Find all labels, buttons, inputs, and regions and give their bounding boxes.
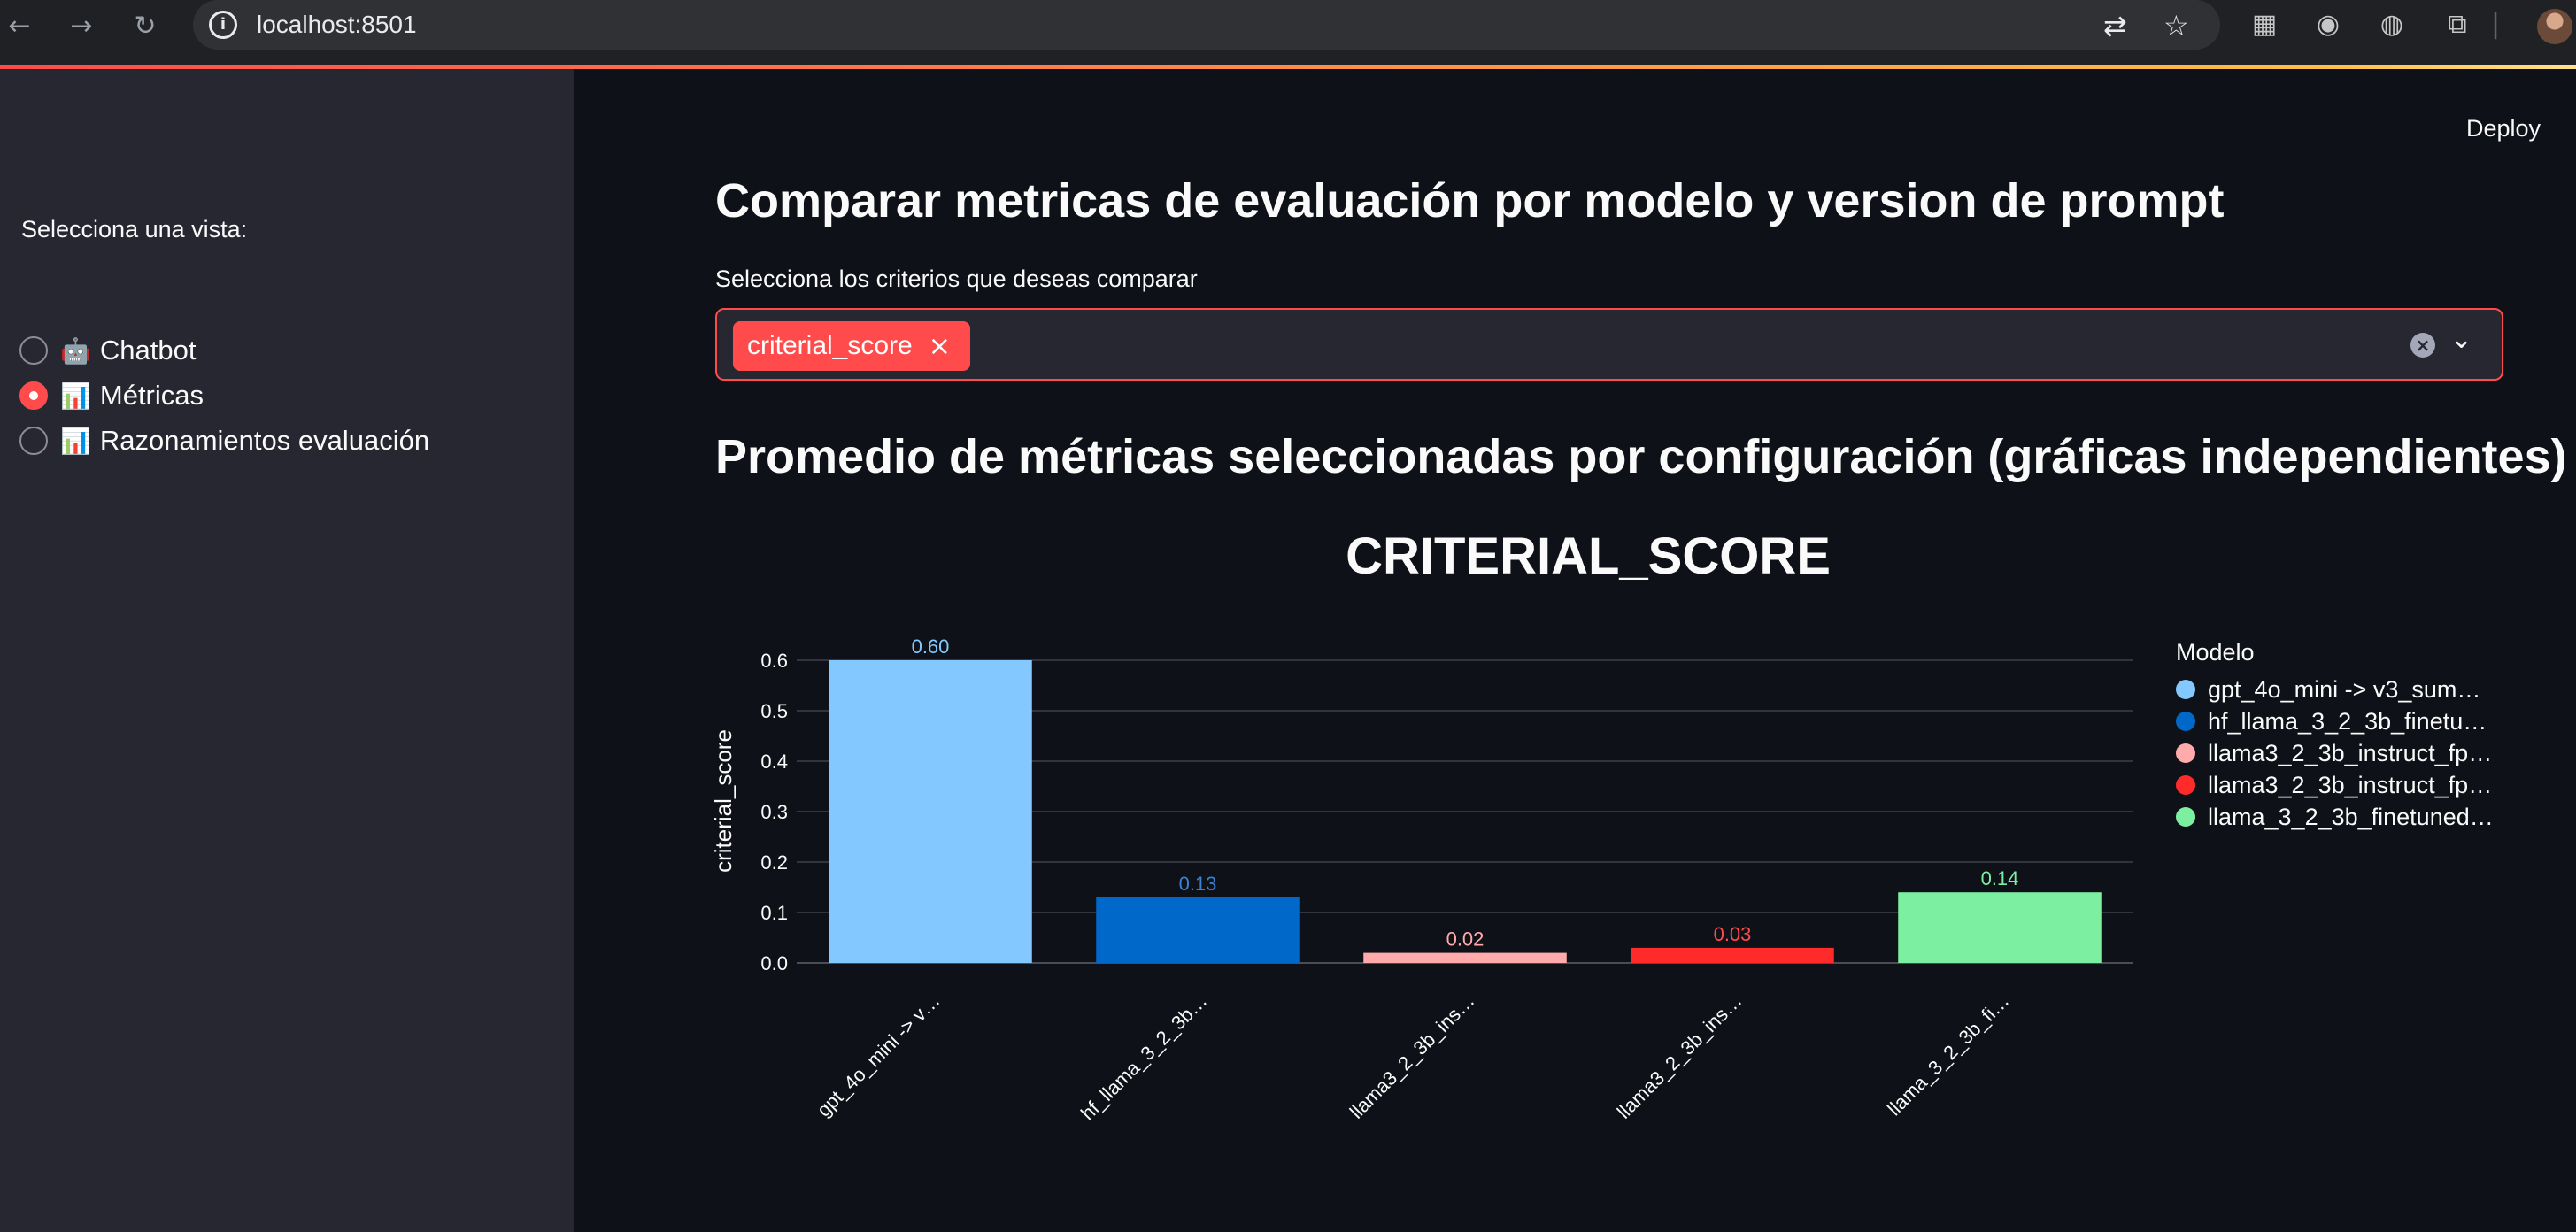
radio-option-metricas[interactable]: 📊 Métricas bbox=[19, 376, 204, 415]
legend-marker bbox=[2176, 807, 2195, 827]
x-tick-label: hf_llama_3_2_3b… bbox=[1076, 989, 1212, 1125]
legend-item[interactable]: llama3_2_3b_instruct_fp… bbox=[2176, 737, 2494, 769]
legend-marker bbox=[2176, 680, 2195, 699]
radio-button[interactable] bbox=[19, 336, 48, 365]
page-title: Comparar metricas de evaluación por mode… bbox=[715, 174, 2225, 227]
browser-toolbar: ← → ↻ i localhost:8501 ⇄ ☆ ▦ ◉ ◍ ⧉ | bbox=[0, 0, 2576, 67]
legend-item[interactable]: hf_llama_3_2_3b_finetu… bbox=[2176, 705, 2494, 737]
radio-label: Chatbot bbox=[99, 335, 197, 366]
bar[interactable] bbox=[829, 660, 1032, 963]
bar-value-label: 0.13 bbox=[1179, 873, 1217, 895]
radio-label: Razonamientos evaluación bbox=[99, 425, 430, 456]
profile-avatar[interactable] bbox=[2537, 9, 2572, 44]
back-icon[interactable]: ← bbox=[2, 9, 37, 44]
radio-button-selected[interactable] bbox=[19, 381, 48, 410]
bar[interactable] bbox=[1363, 952, 1567, 963]
bar-value-label: 0.14 bbox=[1981, 867, 2019, 889]
view-select-label: Selecciona una vista: bbox=[21, 216, 248, 243]
chart-legend: Modelo gpt_4o_mini -> v3_sum… hf_llama_3_… bbox=[2176, 639, 2494, 833]
sidebar: Selecciona una vista: 🤖 Chatbot 📊 Métric… bbox=[0, 69, 574, 1232]
y-tick-label: 0.6 bbox=[760, 650, 788, 672]
legend-marker bbox=[2176, 712, 2195, 731]
y-tick-label: 0.3 bbox=[760, 801, 788, 823]
translate-icon[interactable]: ⇄ bbox=[2103, 9, 2127, 42]
robot-icon: 🤖 bbox=[60, 335, 91, 366]
section-heading: Promedio de métricas seleccionadas por c… bbox=[715, 430, 2567, 483]
legend-item[interactable]: llama3_2_3b_instruct_fp… bbox=[2176, 769, 2494, 801]
clear-all-icon[interactable]: × bbox=[2410, 333, 2435, 358]
bar-chart: CRITERIAL_SCORE criterial_score 0.0 0.1 0.… bbox=[710, 527, 2133, 1125]
y-tick-label: 0.4 bbox=[760, 751, 788, 773]
x-tick-label: llama_3_2_3b_fi… bbox=[1883, 989, 2013, 1120]
radio-label: Métricas bbox=[99, 380, 204, 411]
y-axis-label: criterial_score bbox=[710, 729, 737, 873]
chevron-down-icon[interactable]: ⌄ bbox=[2450, 324, 2472, 355]
x-tick-label: llama3_2_3b_ins… bbox=[1346, 989, 1479, 1123]
legend-title: Modelo bbox=[2176, 639, 2255, 666]
criteria-multiselect[interactable]: criterial_score × × ⌄ bbox=[715, 308, 2503, 381]
radio-option-razonamientos[interactable]: 📊 Razonamientos evaluación bbox=[19, 421, 429, 460]
y-tick-label: 0.5 bbox=[760, 700, 788, 722]
extension-icon-1[interactable]: ◉ bbox=[2312, 9, 2344, 41]
site-info-icon[interactable]: i bbox=[209, 11, 237, 39]
address-bar[interactable]: i localhost:8501 ⇄ ☆ bbox=[193, 0, 2220, 50]
url-text[interactable]: localhost:8501 bbox=[257, 11, 417, 39]
y-tick-label: 0.0 bbox=[760, 952, 788, 974]
legend-label: llama3_2_3b_instruct_fp… bbox=[2208, 771, 2493, 798]
bar-value-label: 0.03 bbox=[1714, 923, 1752, 945]
bookmark-star-icon[interactable]: ☆ bbox=[2163, 9, 2189, 42]
legend-label: gpt_4o_mini -> v3_sum… bbox=[2208, 675, 2481, 703]
bar-value-label: 0.60 bbox=[912, 635, 950, 658]
legend-label: llama_3_2_3b_finetuned… bbox=[2208, 803, 2494, 830]
bar-value-label: 0.02 bbox=[1446, 928, 1485, 951]
qr-code-icon[interactable]: ▦ bbox=[2248, 9, 2280, 41]
radio-option-chatbot[interactable]: 🤖 Chatbot bbox=[19, 331, 196, 370]
extensions-puzzle-icon[interactable]: ⧉ bbox=[2441, 9, 2473, 41]
chart-title: CRITERIAL_SCORE bbox=[1346, 527, 1831, 585]
reload-icon[interactable]: ↻ bbox=[127, 9, 163, 44]
selected-tag: criterial_score × bbox=[733, 321, 970, 371]
legend-marker bbox=[2176, 743, 2195, 763]
multiselect-label: Selecciona los criterios que deseas comp… bbox=[715, 266, 1198, 292]
bar-chart-icon: 📊 bbox=[60, 381, 91, 411]
legend-label: llama3_2_3b_instruct_fp… bbox=[2208, 739, 2493, 766]
bar[interactable] bbox=[1631, 947, 1834, 963]
deploy-button[interactable]: Deploy bbox=[2466, 115, 2541, 142]
legend-marker bbox=[2176, 775, 2195, 795]
x-tick-label: llama3_2_3b_ins… bbox=[1613, 989, 1747, 1123]
x-tick-label: gpt_4o_mini -> v… bbox=[813, 989, 945, 1121]
forward-icon[interactable]: → bbox=[64, 9, 99, 44]
legend-label: hf_llama_3_2_3b_finetu… bbox=[2208, 707, 2487, 735]
extension-icon-2[interactable]: ◍ bbox=[2376, 9, 2408, 41]
tag-label: criterial_score bbox=[747, 331, 913, 360]
radio-button[interactable] bbox=[19, 427, 48, 455]
bar[interactable] bbox=[1898, 892, 2102, 963]
bar-chart-icon: 📊 bbox=[60, 426, 91, 456]
y-tick-label: 0.2 bbox=[760, 851, 788, 874]
toolbar-divider: | bbox=[2491, 9, 2501, 40]
y-tick-label: 0.1 bbox=[760, 902, 788, 924]
bar[interactable] bbox=[1096, 897, 1300, 963]
legend-item[interactable]: gpt_4o_mini -> v3_sum… bbox=[2176, 674, 2494, 705]
remove-tag-icon[interactable]: × bbox=[929, 331, 951, 362]
legend-item[interactable]: llama_3_2_3b_finetuned… bbox=[2176, 801, 2494, 833]
